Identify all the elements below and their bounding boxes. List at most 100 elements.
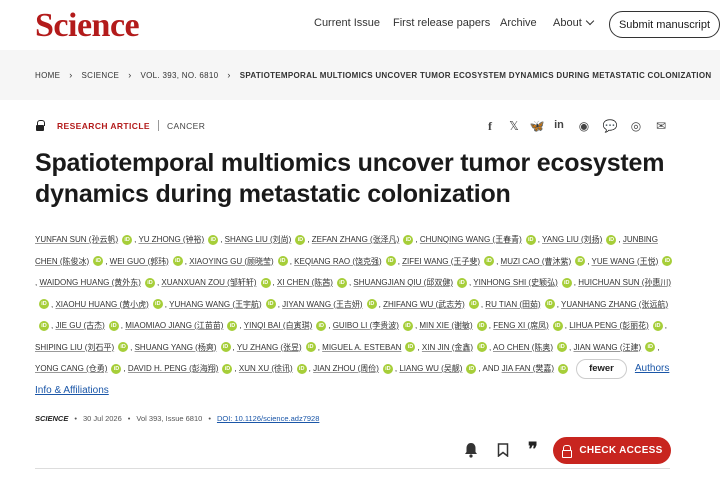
author-name[interactable]: JIYAN WANG (王吉妍) [282, 300, 362, 309]
author-name[interactable]: JIE GU (古杰) [55, 321, 104, 330]
author-name[interactable]: SHUANG YANG (杨爽) [135, 343, 217, 352]
author-name[interactable]: XI CHEN (陈茜) [277, 278, 333, 287]
cite-quote-icon[interactable]: ❞ [528, 440, 538, 458]
orcid-icon[interactable]: iD [558, 363, 569, 374]
orcid-icon[interactable]: iD [111, 363, 122, 374]
orcid-icon[interactable]: iD [662, 256, 673, 267]
author-name[interactable]: YUE WANG (王悦) [592, 257, 659, 266]
author-name[interactable]: JIA FAN (樊嘉) [502, 364, 554, 373]
author-name[interactable]: RU TIAN (田茹) [485, 300, 540, 309]
orcid-icon[interactable]: iD [93, 256, 104, 267]
author-name[interactable]: YUANHANG ZHANG (张远航) [561, 300, 668, 309]
orcid-icon[interactable]: iD [456, 277, 467, 288]
author-name[interactable]: GUIBO LI (李贵波) [333, 321, 399, 330]
linkedin-icon[interactable]: in [551, 119, 567, 131]
orcid-icon[interactable]: iD [336, 277, 347, 288]
orcid-icon[interactable]: iD [260, 277, 271, 288]
author-name[interactable]: YU ZHONG (钟裕) [138, 235, 204, 244]
author-name[interactable]: HUICHUAN SUN (孙惠川) [578, 278, 671, 287]
author-name[interactable]: MIN XIE (谢敏) [419, 321, 472, 330]
author-name[interactable]: FENG XI (席凤) [493, 321, 549, 330]
breadcrumb-volume[interactable]: VOL. 393, NO. 6810 [141, 71, 219, 80]
author-name[interactable]: YINHONG SHI (史颖弘) [473, 278, 557, 287]
author-name[interactable]: KEQIANG RAO (饶克强) [294, 257, 382, 266]
orcid-icon[interactable]: iD [606, 234, 617, 245]
orcid-icon[interactable]: iD [385, 256, 396, 267]
nav-current-issue[interactable]: Current Issue [314, 17, 380, 29]
orcid-icon[interactable]: iD [39, 299, 49, 310]
author-name[interactable]: DAVID H. PENG (彭海翔) [128, 364, 219, 373]
author-name[interactable]: SHANG LIU (刘尚) [225, 235, 292, 244]
article-subject[interactable]: CANCER [167, 121, 205, 131]
orcid-icon[interactable]: iD [405, 342, 416, 353]
orcid-icon[interactable]: iD [316, 320, 327, 331]
author-name[interactable]: YONG CANG (仓勇) [35, 364, 107, 373]
author-name[interactable]: XIAOYING GU (顾晓莹) [189, 257, 273, 266]
wechat-icon[interactable]: 💬 [602, 119, 618, 133]
author-name[interactable]: XUN XU (徐讯) [239, 364, 293, 373]
author-name[interactable]: JIAN WANG (汪建) [573, 343, 641, 352]
orcid-icon[interactable]: iD [220, 342, 231, 353]
orcid-icon[interactable]: iD [477, 342, 488, 353]
check-access-button[interactable]: CHECK ACCESS [553, 437, 671, 464]
bell-icon[interactable] [464, 442, 478, 458]
author-name[interactable]: SHUANGJIAN QIU (邱双健) [353, 278, 453, 287]
author-name[interactable]: WEI GUO (郭玮) [110, 257, 169, 266]
author-name[interactable]: CHUNQING WANG (王春青) [420, 235, 522, 244]
orcid-icon[interactable]: iD [152, 299, 163, 310]
reddit-icon[interactable]: ◉ [576, 119, 592, 133]
orcid-icon[interactable]: iD [39, 320, 49, 331]
orcid-icon[interactable]: iD [277, 256, 288, 267]
email-icon[interactable]: ✉ [653, 119, 669, 133]
orcid-icon[interactable]: iD [172, 256, 183, 267]
orcid-icon[interactable]: iD [484, 256, 495, 267]
author-name[interactable]: ZIFEI WANG (王子斐) [402, 257, 480, 266]
author-name[interactable]: AO CHEN (陈奥) [493, 343, 553, 352]
orcid-icon[interactable]: iD [295, 234, 306, 245]
orcid-icon[interactable]: iD [108, 320, 119, 331]
orcid-icon[interactable]: iD [466, 363, 477, 374]
author-name[interactable]: SHIPING LIU (刘石平) [35, 343, 114, 352]
facebook-icon[interactable]: f [482, 119, 498, 134]
orcid-icon[interactable]: iD [265, 299, 276, 310]
author-name[interactable]: MUZI CAO (曹沐紫) [501, 257, 572, 266]
orcid-icon[interactable]: iD [227, 320, 238, 331]
author-name[interactable]: JIAN ZHOU (周俭) [313, 364, 379, 373]
orcid-icon[interactable]: iD [468, 299, 479, 310]
nav-first-release[interactable]: First release papers [393, 17, 490, 29]
orcid-icon[interactable]: iD [144, 277, 155, 288]
orcid-icon[interactable]: iD [402, 320, 413, 331]
orcid-icon[interactable]: iD [305, 342, 316, 353]
bluesky-icon[interactable]: 🦋 [529, 119, 545, 133]
author-name[interactable]: ZEFAN ZHANG (张泽凡) [312, 235, 400, 244]
submit-manuscript-button[interactable]: Submit manuscript [609, 11, 720, 38]
author-name[interactable]: XUANXUAN ZOU (邹轩轩) [161, 278, 256, 287]
fewer-authors-button[interactable]: fewer [576, 358, 627, 379]
author-name[interactable]: YINQI BAI (白寅琪) [244, 321, 312, 330]
orcid-icon[interactable]: iD [208, 234, 219, 245]
orcid-icon[interactable]: iD [561, 277, 572, 288]
orcid-icon[interactable]: iD [557, 342, 568, 353]
author-name[interactable]: YUHANG WANG (王宇航) [169, 300, 262, 309]
author-name[interactable]: YANG LIU (刘扬) [542, 235, 602, 244]
bookmark-icon[interactable] [497, 443, 509, 457]
orcid-icon[interactable]: iD [525, 234, 536, 245]
x-icon[interactable]: 𝕏 [506, 119, 522, 133]
orcid-icon[interactable]: iD [652, 320, 663, 331]
nav-about[interactable]: About [553, 16, 594, 29]
orcid-icon[interactable]: iD [476, 320, 487, 331]
orcid-icon[interactable]: iD [296, 363, 307, 374]
orcid-icon[interactable]: iD [366, 299, 377, 310]
orcid-icon[interactable]: iD [544, 299, 555, 310]
orcid-icon[interactable]: iD [118, 342, 129, 353]
orcid-icon[interactable]: iD [645, 342, 656, 353]
doi-link[interactable]: DOI: 10.1126/science.adz7928 [217, 414, 319, 423]
orcid-icon[interactable]: iD [222, 363, 233, 374]
breadcrumb-home[interactable]: HOME [35, 71, 60, 80]
author-name[interactable]: XIN JIN (金鑫) [422, 343, 473, 352]
author-name[interactable]: MIGUEL A. ESTEBAN [322, 343, 401, 352]
science-logo[interactable]: Science [35, 6, 140, 46]
orcid-icon[interactable]: iD [552, 320, 563, 331]
author-name[interactable]: ZHIFANG WU (武志芳) [383, 300, 465, 309]
orcid-icon[interactable]: iD [575, 256, 586, 267]
